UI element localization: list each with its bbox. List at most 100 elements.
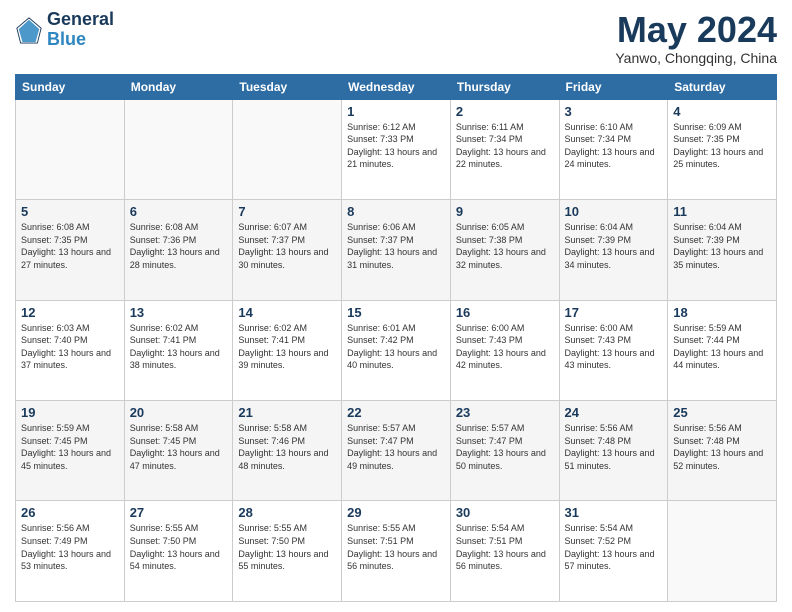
day-info: Sunrise: 6:09 AMSunset: 7:35 PMDaylight:… <box>673 121 771 171</box>
day-number: 14 <box>238 305 336 320</box>
day-info: Sunrise: 6:00 AMSunset: 7:43 PMDaylight:… <box>565 322 663 372</box>
day-info: Sunrise: 5:56 AMSunset: 7:49 PMDaylight:… <box>21 522 119 572</box>
day-number: 11 <box>673 204 771 219</box>
day-info: Sunrise: 6:08 AMSunset: 7:35 PMDaylight:… <box>21 221 119 271</box>
calendar-week-3: 12 Sunrise: 6:03 AMSunset: 7:40 PMDayligh… <box>16 300 777 400</box>
month-title: May 2024 <box>615 10 777 50</box>
day-header-thursday: Thursday <box>450 74 559 99</box>
day-number: 4 <box>673 104 771 119</box>
calendar-cell: 2 Sunrise: 6:11 AMSunset: 7:34 PMDaylight… <box>450 99 559 199</box>
calendar-week-4: 19Sunrise: 5:59 AMSunset: 7:45 PMDayligh… <box>16 401 777 501</box>
day-number: 23 <box>456 405 554 420</box>
logo: General Blue <box>15 10 114 50</box>
day-info: Sunrise: 5:57 AMSunset: 7:47 PMDaylight:… <box>456 422 554 472</box>
calendar-cell: 7Sunrise: 6:07 AMSunset: 7:37 PMDaylight… <box>233 200 342 300</box>
calendar-cell: 30 Sunrise: 5:54 AMSunset: 7:51 PMDayligh… <box>450 501 559 602</box>
day-number: 30 <box>456 505 554 520</box>
calendar-week-5: 26 Sunrise: 5:56 AMSunset: 7:49 PMDayligh… <box>16 501 777 602</box>
day-info: Sunrise: 5:54 AMSunset: 7:52 PMDaylight:… <box>565 522 663 572</box>
day-number: 31 <box>565 505 663 520</box>
calendar-cell: 25Sunrise: 5:56 AMSunset: 7:48 PMDayligh… <box>668 401 777 501</box>
day-number: 20 <box>130 405 228 420</box>
day-number: 16 <box>456 305 554 320</box>
day-number: 18 <box>673 305 771 320</box>
calendar-week-1: 1 Sunrise: 6:12 AMSunset: 7:33 PMDaylight… <box>16 99 777 199</box>
page: General Blue May 2024 Yanwo, Chongqing, … <box>0 0 792 612</box>
day-header-friday: Friday <box>559 74 668 99</box>
day-header-tuesday: Tuesday <box>233 74 342 99</box>
calendar-cell: 20 Sunrise: 5:58 AMSunset: 7:45 PMDayligh… <box>124 401 233 501</box>
calendar-cell: 14 Sunrise: 6:02 AMSunset: 7:41 PMDayligh… <box>233 300 342 400</box>
day-number: 24 <box>565 405 663 420</box>
calendar-cell: 4 Sunrise: 6:09 AMSunset: 7:35 PMDaylight… <box>668 99 777 199</box>
calendar-cell: 15 Sunrise: 6:01 AMSunset: 7:42 PMDayligh… <box>342 300 451 400</box>
day-info: Sunrise: 6:04 AMSunset: 7:39 PMDaylight:… <box>565 221 663 271</box>
day-number: 22 <box>347 405 445 420</box>
day-info: Sunrise: 5:58 AMSunset: 7:46 PMDaylight:… <box>238 422 336 472</box>
day-number: 3 <box>565 104 663 119</box>
calendar-cell: 21 Sunrise: 5:58 AMSunset: 7:46 PMDayligh… <box>233 401 342 501</box>
calendar-cell: 17 Sunrise: 6:00 AMSunset: 7:43 PMDayligh… <box>559 300 668 400</box>
day-info: Sunrise: 6:02 AMSunset: 7:41 PMDaylight:… <box>238 322 336 372</box>
calendar-cell: 26 Sunrise: 5:56 AMSunset: 7:49 PMDayligh… <box>16 501 125 602</box>
day-info: Sunrise: 6:05 AMSunset: 7:38 PMDaylight:… <box>456 221 554 271</box>
day-number: 17 <box>565 305 663 320</box>
day-info: Sunrise: 5:56 AMSunset: 7:48 PMDaylight:… <box>673 422 771 472</box>
calendar-cell: 12 Sunrise: 6:03 AMSunset: 7:40 PMDayligh… <box>16 300 125 400</box>
day-info: Sunrise: 5:58 AMSunset: 7:45 PMDaylight:… <box>130 422 228 472</box>
calendar: SundayMondayTuesdayWednesdayThursdayFrid… <box>15 74 777 602</box>
calendar-cell: 29Sunrise: 5:55 AMSunset: 7:51 PMDayligh… <box>342 501 451 602</box>
day-header-saturday: Saturday <box>668 74 777 99</box>
calendar-cell <box>668 501 777 602</box>
day-number: 10 <box>565 204 663 219</box>
calendar-cell <box>16 99 125 199</box>
calendar-cell: 10 Sunrise: 6:04 AMSunset: 7:39 PMDayligh… <box>559 200 668 300</box>
calendar-cell: 3 Sunrise: 6:10 AMSunset: 7:34 PMDaylight… <box>559 99 668 199</box>
day-header-monday: Monday <box>124 74 233 99</box>
day-number: 6 <box>130 204 228 219</box>
day-info: Sunrise: 6:06 AMSunset: 7:37 PMDaylight:… <box>347 221 445 271</box>
calendar-cell: 13Sunrise: 6:02 AMSunset: 7:41 PMDayligh… <box>124 300 233 400</box>
calendar-week-2: 5Sunrise: 6:08 AMSunset: 7:35 PMDaylight… <box>16 200 777 300</box>
calendar-cell: 24 Sunrise: 5:56 AMSunset: 7:48 PMDayligh… <box>559 401 668 501</box>
calendar-cell: 22 Sunrise: 5:57 AMSunset: 7:47 PMDayligh… <box>342 401 451 501</box>
day-header-wednesday: Wednesday <box>342 74 451 99</box>
day-number: 1 <box>347 104 445 119</box>
calendar-cell: 6 Sunrise: 6:08 AMSunset: 7:36 PMDaylight… <box>124 200 233 300</box>
day-info: Sunrise: 5:54 AMSunset: 7:51 PMDaylight:… <box>456 522 554 572</box>
calendar-cell: 27 Sunrise: 5:55 AMSunset: 7:50 PMDayligh… <box>124 501 233 602</box>
subtitle: Yanwo, Chongqing, China <box>615 50 777 66</box>
day-number: 21 <box>238 405 336 420</box>
calendar-cell <box>233 99 342 199</box>
day-info: Sunrise: 5:56 AMSunset: 7:48 PMDaylight:… <box>565 422 663 472</box>
header-row: SundayMondayTuesdayWednesdayThursdayFrid… <box>16 74 777 99</box>
day-number: 26 <box>21 505 119 520</box>
calendar-cell: 5Sunrise: 6:08 AMSunset: 7:35 PMDaylight… <box>16 200 125 300</box>
day-info: Sunrise: 5:55 AMSunset: 7:50 PMDaylight:… <box>130 522 228 572</box>
day-info: Sunrise: 6:04 AMSunset: 7:39 PMDaylight:… <box>673 221 771 271</box>
calendar-cell: 18Sunrise: 5:59 AMSunset: 7:44 PMDayligh… <box>668 300 777 400</box>
day-number: 15 <box>347 305 445 320</box>
day-info: Sunrise: 6:12 AMSunset: 7:33 PMDaylight:… <box>347 121 445 171</box>
day-number: 28 <box>238 505 336 520</box>
day-info: Sunrise: 6:03 AMSunset: 7:40 PMDaylight:… <box>21 322 119 372</box>
day-info: Sunrise: 6:11 AMSunset: 7:34 PMDaylight:… <box>456 121 554 171</box>
calendar-cell: 1 Sunrise: 6:12 AMSunset: 7:33 PMDaylight… <box>342 99 451 199</box>
calendar-cell: 9 Sunrise: 6:05 AMSunset: 7:38 PMDaylight… <box>450 200 559 300</box>
day-info: Sunrise: 6:08 AMSunset: 7:36 PMDaylight:… <box>130 221 228 271</box>
day-info: Sunrise: 5:57 AMSunset: 7:47 PMDaylight:… <box>347 422 445 472</box>
day-info: Sunrise: 6:00 AMSunset: 7:43 PMDaylight:… <box>456 322 554 372</box>
day-number: 27 <box>130 505 228 520</box>
day-number: 12 <box>21 305 119 320</box>
day-info: Sunrise: 6:01 AMSunset: 7:42 PMDaylight:… <box>347 322 445 372</box>
day-number: 19 <box>21 405 119 420</box>
calendar-cell: 8Sunrise: 6:06 AMSunset: 7:37 PMDaylight… <box>342 200 451 300</box>
day-number: 2 <box>456 104 554 119</box>
day-number: 9 <box>456 204 554 219</box>
day-info: Sunrise: 5:55 AMSunset: 7:50 PMDaylight:… <box>238 522 336 572</box>
calendar-cell: 16 Sunrise: 6:00 AMSunset: 7:43 PMDayligh… <box>450 300 559 400</box>
calendar-cell <box>124 99 233 199</box>
day-header-sunday: Sunday <box>16 74 125 99</box>
logo-text: General Blue <box>47 10 114 50</box>
day-info: Sunrise: 6:10 AMSunset: 7:34 PMDaylight:… <box>565 121 663 171</box>
